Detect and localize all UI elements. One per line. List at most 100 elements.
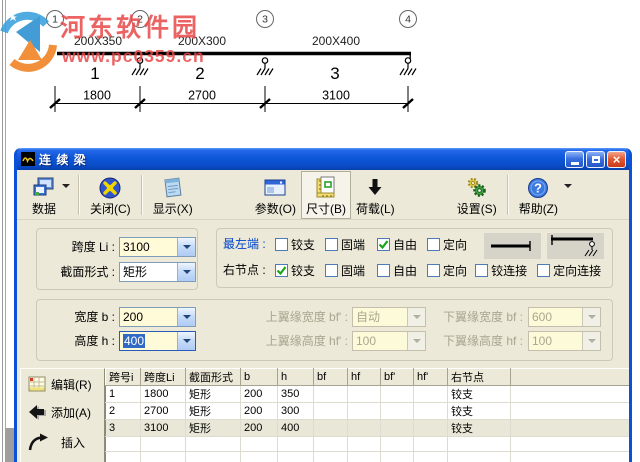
checkbox-label: 定向 [443, 237, 468, 252]
toolbar-settings-button[interactable]: 设置(S) [452, 171, 502, 219]
checkbox-box[interactable] [427, 237, 441, 251]
left-end-hinged-checkbox[interactable]: 铰支 [275, 236, 315, 253]
left-end-free-checkbox[interactable]: 自由 [377, 236, 417, 253]
watermark-logo [0, 11, 57, 72]
right-node-hinge-link-checkbox[interactable]: 铰连接 [475, 262, 527, 279]
svg-text:1: 1 [90, 64, 99, 83]
right-node-directional-checkbox[interactable]: 定向 [427, 262, 467, 279]
svg-text:?: ? [534, 180, 542, 195]
checkbox-box[interactable] [275, 237, 288, 251]
table-row[interactable]: 2 2700 矩形 200 300 铰支 [105, 402, 629, 420]
toolbar-data-button[interactable]: 数据 [27, 171, 61, 219]
table-cell: 2700 [140, 402, 186, 420]
checkbox-box[interactable] [377, 237, 391, 251]
minimize-button[interactable] [565, 150, 584, 168]
checkbox-box[interactable] [275, 263, 288, 277]
edit-label: 编辑(R) [51, 377, 92, 392]
checkbox-box[interactable] [537, 263, 551, 277]
edit-button[interactable]: 编辑(R) [27, 374, 92, 394]
bottom-flange-width-value: 600 [532, 310, 553, 324]
top-flange-height-value: 100 [356, 334, 377, 348]
toolbar-display-button[interactable]: 显示(X) [148, 171, 198, 219]
watermark-text: 河东软件园 www.pc0359.cn [60, 13, 204, 66]
table-cell [313, 451, 348, 462]
add-button[interactable]: 添加(A) [27, 402, 91, 422]
width-value: 200 [123, 310, 144, 324]
column-header: 跨度Li [140, 368, 186, 386]
toolbar-close-button[interactable]: 关闭(C) [85, 171, 136, 219]
table-cell [140, 436, 186, 452]
height-combo-arrow[interactable] [177, 332, 195, 350]
svg-text:4: 4 [405, 14, 411, 26]
top-flange-width-value: 自动 [356, 310, 381, 324]
checkbox-label: 自由 [393, 263, 418, 278]
section-combo-arrow[interactable] [177, 263, 195, 281]
toolbar-help-button[interactable]: ? 帮助(Z) [514, 171, 563, 219]
table-cell [185, 436, 241, 452]
insert-button[interactable]: 插入 [27, 432, 85, 452]
table-cell: 矩形 [185, 419, 241, 437]
screen: 1 2 3 4 200X350 200X300 200X400 1 2 3 18… [0, 0, 640, 462]
toolbar-load-button[interactable]: 荷载(L) [351, 171, 400, 219]
beam-end-preview-hinged[interactable] [547, 233, 604, 259]
top-flange-height-label: 上翼缘高度 hf' : [265, 334, 348, 348]
span-combobox[interactable]: 3100 [119, 237, 196, 257]
column-header: b [240, 368, 278, 386]
close-button[interactable]: × [607, 150, 626, 168]
toolbar-display-label: 显示(X) [152, 201, 193, 216]
svg-text:200X400: 200X400 [312, 34, 360, 48]
section-combobox[interactable]: 矩形 [119, 262, 196, 282]
checkbox-box[interactable] [325, 237, 339, 251]
span-value: 3100 [123, 240, 150, 254]
right-node-hinged-checkbox[interactable]: 铰支 [275, 262, 315, 279]
titlebar[interactable]: 连 续 梁 × [17, 148, 629, 170]
bottom-flange-height-combobox: 100 [528, 331, 601, 351]
checkbox-box[interactable] [475, 263, 489, 277]
height-combobox[interactable]: 400 [119, 331, 196, 351]
table-cell [277, 436, 314, 452]
check-icon [276, 265, 287, 275]
column-header: bf [313, 368, 348, 386]
span-length-labels: 1800 2700 3100 [83, 89, 350, 103]
width-combobox[interactable]: 200 [119, 307, 196, 327]
toolbar: 数据 关闭(C) 显示(X) 参数(O) 尺寸(B) 荷载(L) 设置(S) ?… [17, 170, 629, 220]
toolbar-size-label: 尺寸(B) [306, 201, 347, 216]
section-value: 矩形 [120, 263, 177, 281]
toolbar-size-button[interactable]: 尺寸(B) [301, 170, 352, 219]
toolbar-close-label: 关闭(C) [90, 201, 131, 216]
table-cell [105, 436, 141, 452]
table-cell [140, 451, 186, 462]
checkbox-box[interactable] [325, 263, 339, 277]
end-conditions-groupbox: 最左端 : 铰支 固端 自由 定向 右节点: 铰支 固端 自由 定向 铰连接 … [216, 228, 613, 288]
table-row[interactable]: 1 1800 矩形 200 350 铰支 [105, 385, 629, 403]
right-node-free-checkbox[interactable]: 自由 [377, 262, 417, 279]
checkbox-box[interactable] [377, 263, 391, 277]
toolbar-params-button[interactable]: 参数(O) [250, 171, 301, 219]
left-end-fixed-checkbox[interactable]: 固端 [325, 236, 365, 253]
checkbox-box[interactable] [427, 263, 441, 277]
right-node-fixed-checkbox[interactable]: 固端 [325, 262, 365, 279]
table-cell [510, 419, 629, 437]
continuous-beam-dialog: 连 续 梁 × 数据 关闭(C) 显示(X) 参数(O) 尺寸(B) 荷载(L)… [14, 148, 632, 462]
svg-text:河东软件园: 河东软件园 [60, 13, 200, 42]
table-row[interactable] [105, 451, 629, 462]
beam-end-preview-free[interactable] [484, 233, 541, 259]
toolbar-separator [506, 174, 509, 215]
table-cell [447, 436, 511, 452]
table-row[interactable] [105, 436, 629, 452]
top-flange-width-combobox: 自动 [352, 307, 426, 327]
table-cell: 1 [105, 385, 141, 403]
table-row[interactable]: 3 3100 矩形 200 400 铰支 [105, 419, 629, 437]
table-cell [380, 385, 414, 403]
maximize-button[interactable] [586, 150, 605, 168]
dimensions-groupbox: 宽度 b : 200 高度 h : 400 上翼缘宽度 bf' : 自动 上翼缘… [36, 299, 613, 361]
left-end-directional-checkbox[interactable]: 定向 [427, 236, 467, 253]
table-cell: 矩形 [185, 402, 241, 420]
right-node-directional-link-checkbox[interactable]: 定向连接 [537, 262, 601, 279]
data-dropdown-icon[interactable] [62, 183, 71, 188]
help-dropdown-icon[interactable] [564, 183, 573, 188]
span-combo-arrow[interactable] [177, 238, 195, 256]
bottom-flange-width-label: 下翼缘宽度 bf : [442, 310, 523, 324]
width-combo-arrow[interactable] [177, 308, 195, 326]
toolbar-help-label: 帮助(Z) [518, 201, 559, 216]
